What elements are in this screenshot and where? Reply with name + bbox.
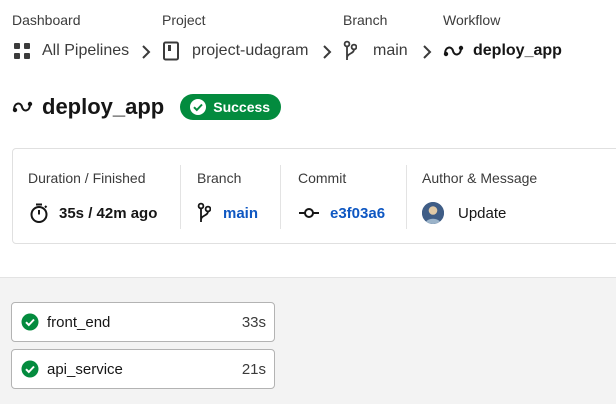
branch-link[interactable]: main <box>223 205 258 222</box>
commit-message: Update <box>458 204 507 222</box>
git-branch-icon <box>343 40 357 62</box>
workflow-summary-card: Duration / Finished 35s / 42m ago Branch <box>12 148 616 244</box>
job-card[interactable]: front_end 33s <box>11 302 275 342</box>
branch-column: Branch main <box>197 165 258 229</box>
author-column: Author & Message Update <box>422 165 537 229</box>
breadcrumb: Dashboard All Pipelines Project project-… <box>0 0 616 80</box>
workflow-icon <box>443 43 465 59</box>
breadcrumb-dashboard[interactable]: Dashboard All Pipelines <box>12 12 129 62</box>
breadcrumb-branch[interactable]: Branch main <box>343 12 408 62</box>
pipelines-grid-icon <box>12 41 32 61</box>
jobs-graph-area: front_end 33s api_service 21s <box>0 277 616 404</box>
duration-value: 35s / 42m ago <box>59 204 158 222</box>
branch-label: Branch <box>197 170 242 186</box>
commit-link[interactable]: e3f03a6 <box>330 205 385 222</box>
chevron-right-icon <box>421 44 433 60</box>
page-title: deploy_app <box>42 94 165 119</box>
stopwatch-icon <box>28 202 50 224</box>
commit-label: Commit <box>298 170 347 186</box>
job-duration: 21s <box>241 360 266 378</box>
workflow-icon <box>12 99 34 115</box>
breadcrumb-workflow: Workflow deploy_app <box>443 12 562 62</box>
git-branch-icon <box>197 202 211 224</box>
job-name: front_end <box>47 313 111 331</box>
job-card[interactable]: api_service 21s <box>11 349 275 389</box>
breadcrumb-dashboard-link[interactable]: All Pipelines <box>42 42 129 60</box>
duration-column: Duration / Finished 35s / 42m ago <box>28 165 157 229</box>
column-divider <box>406 165 407 229</box>
commit-column: Commit e3f03a6 <box>298 165 385 229</box>
git-commit-icon <box>298 206 320 220</box>
status-badge-label: Success <box>213 99 271 115</box>
column-divider <box>180 165 181 229</box>
breadcrumb-dashboard-heading: Dashboard <box>12 12 81 28</box>
breadcrumb-project-heading: Project <box>162 12 206 28</box>
breadcrumb-project[interactable]: Project project-udagram <box>162 12 309 62</box>
check-circle-icon <box>21 360 39 378</box>
status-badge: Success <box>180 94 282 120</box>
chevron-right-icon <box>321 44 333 60</box>
avatar <box>422 202 444 224</box>
chevron-right-icon <box>140 44 152 60</box>
job-duration: 33s <box>241 313 266 331</box>
duration-label: Duration / Finished <box>28 170 146 186</box>
workflow-header: deploy_app Success <box>12 91 282 123</box>
breadcrumb-workflow-heading: Workflow <box>443 12 501 28</box>
breadcrumb-branch-heading: Branch <box>343 12 388 28</box>
project-book-icon <box>162 41 180 61</box>
breadcrumb-project-link[interactable]: project-udagram <box>192 42 309 60</box>
column-divider <box>280 165 281 229</box>
breadcrumb-branch-link[interactable]: main <box>373 42 408 60</box>
breadcrumb-workflow-current: deploy_app <box>473 42 562 59</box>
check-circle-icon <box>189 98 207 116</box>
author-label: Author & Message <box>422 170 538 186</box>
job-name: api_service <box>47 360 123 378</box>
check-circle-icon <box>21 313 39 331</box>
